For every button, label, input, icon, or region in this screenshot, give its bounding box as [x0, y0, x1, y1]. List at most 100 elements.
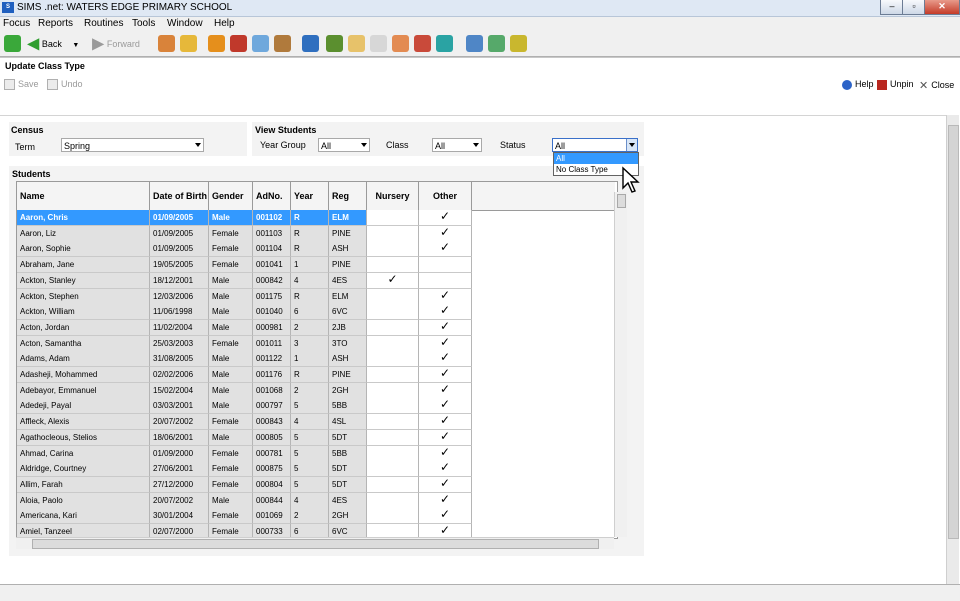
- notes-icon[interactable]: [370, 35, 387, 52]
- book-icon[interactable]: [208, 35, 225, 52]
- document-icon[interactable]: [348, 35, 365, 52]
- term-select[interactable]: Spring: [61, 138, 204, 152]
- cell-other[interactable]: ✓: [419, 225, 472, 242]
- save-button[interactable]: Save: [4, 79, 39, 91]
- cell-other[interactable]: ✓: [419, 319, 472, 336]
- table-row[interactable]: Adams, Adam 31/08/2005 Male 001122 1 ASH ✓: [17, 351, 615, 368]
- envelope-icon[interactable]: [252, 35, 269, 52]
- forward-button[interactable]: ▶ Forward: [92, 36, 140, 52]
- exchange-icon[interactable]: [436, 35, 453, 52]
- maximize-icon[interactable]: ▫: [902, 0, 926, 15]
- table-row[interactable]: Aaron, Liz 01/09/2005 Female 001103 R PINE ✓: [17, 225, 615, 242]
- cell-other[interactable]: ✓: [419, 445, 472, 462]
- cell-other[interactable]: ✓: [419, 508, 472, 525]
- table-row[interactable]: Aloia, Paolo 20/07/2002 Male 000844 4 4ES ✓: [17, 492, 615, 509]
- table-row[interactable]: Ackton, Stephen 12/03/2006 Male 001175 R ELM ✓: [17, 288, 615, 305]
- table-row[interactable]: Adebayor, Emmanuel 15/02/2004 Male 001068 2 2…: [17, 382, 615, 399]
- table-row[interactable]: Ackton, William 11/06/1998 Male 001040 6 6VC ✓: [17, 304, 615, 321]
- main-vertical-scrollbar[interactable]: [946, 115, 959, 584]
- cell-other[interactable]: ✓: [419, 414, 472, 431]
- cell-nursery[interactable]: [367, 461, 419, 478]
- cell-nursery[interactable]: [367, 351, 419, 368]
- cell-nursery[interactable]: [367, 367, 419, 383]
- table-row[interactable]: Ackton, Stanley 18/12/2001 Male 000842 4 4ES ✓: [17, 272, 615, 289]
- folder-icon[interactable]: [510, 35, 527, 52]
- cell-nursery[interactable]: [367, 476, 419, 493]
- cell-nursery[interactable]: [367, 241, 419, 258]
- cell-nursery[interactable]: [367, 257, 419, 274]
- col-adno[interactable]: AdNo.: [253, 182, 291, 210]
- col-other[interactable]: Other: [419, 182, 472, 210]
- main-scroll-thumb[interactable]: [948, 125, 959, 539]
- cell-nursery[interactable]: ✓: [367, 272, 419, 289]
- status-select[interactable]: All: [552, 138, 638, 152]
- cell-other[interactable]: [419, 272, 472, 289]
- year-group-select[interactable]: All: [318, 138, 370, 152]
- assessment-icon[interactable]: [302, 35, 319, 52]
- table-row[interactable]: Agathocleous, Stelios 18/06/2001 Male 00080…: [17, 429, 615, 446]
- table-row[interactable]: Adedeji, Payal 03/03/2001 Male 000797 5 5BB ✓: [17, 398, 615, 415]
- cell-other[interactable]: ✓: [419, 398, 472, 415]
- cell-other[interactable]: ✓: [419, 351, 472, 368]
- menu-window[interactable]: Window: [167, 18, 203, 29]
- col-reg[interactable]: Reg: [329, 182, 367, 210]
- cell-other[interactable]: ✓: [419, 461, 472, 478]
- col-dob[interactable]: Date of Birth: [150, 182, 209, 210]
- cell-nursery[interactable]: [367, 429, 419, 446]
- table-row[interactable]: Ahmad, Carina 01/09/2000 Female 000781 5 5BB ✓: [17, 445, 615, 462]
- cell-nursery[interactable]: [367, 335, 419, 352]
- help-button[interactable]: Help: [842, 79, 874, 90]
- status-option-all[interactable]: All: [554, 153, 638, 164]
- cell-nursery[interactable]: [367, 414, 419, 431]
- col-year[interactable]: Year: [291, 182, 329, 210]
- contacts-icon[interactable]: [392, 35, 409, 52]
- minimize-icon[interactable]: –: [880, 0, 904, 15]
- cell-other[interactable]: ✓: [419, 476, 472, 493]
- back-dropdown-icon[interactable]: ▼: [72, 42, 79, 49]
- staff-icon[interactable]: [274, 35, 291, 52]
- table-row[interactable]: Aaron, Sophie 01/09/2005 Female 001104 R ASH ✓: [17, 241, 615, 258]
- cell-other[interactable]: ✓: [419, 367, 472, 383]
- cell-other[interactable]: [419, 257, 472, 274]
- cell-other[interactable]: ✓: [419, 210, 472, 226]
- cell-other[interactable]: ✓: [419, 429, 472, 446]
- close-panel-button[interactable]: ✕ Close: [919, 79, 954, 92]
- flag-icon[interactable]: [230, 35, 247, 52]
- cell-other[interactable]: ✓: [419, 492, 472, 509]
- grid-vertical-scrollbar[interactable]: [614, 192, 627, 537]
- menu-routines[interactable]: Routines: [84, 18, 123, 29]
- window-icon[interactable]: [466, 35, 483, 52]
- cell-nursery[interactable]: [367, 508, 419, 525]
- globe-icon[interactable]: [488, 35, 505, 52]
- table-row[interactable]: Affleck, Alexis 20/07/2002 Female 000843 4 4S…: [17, 414, 615, 431]
- undo-button[interactable]: Undo: [47, 79, 83, 91]
- table-row[interactable]: Aaron, Chris 01/09/2005 Male 001102 R ELM ✓: [17, 210, 615, 226]
- close-icon[interactable]: ✕: [924, 0, 960, 15]
- cell-other[interactable]: ✓: [419, 335, 472, 352]
- chart-icon[interactable]: [326, 35, 343, 52]
- cell-other[interactable]: ✓: [419, 382, 472, 399]
- cell-nursery[interactable]: [367, 225, 419, 242]
- back-button[interactable]: ◀ Back ▼: [27, 36, 79, 52]
- menu-focus[interactable]: Focus: [3, 18, 30, 29]
- col-name[interactable]: Name: [17, 182, 150, 210]
- cell-nursery[interactable]: [367, 492, 419, 509]
- clock-icon[interactable]: [414, 35, 431, 52]
- cell-other[interactable]: ✓: [419, 241, 472, 258]
- cell-other[interactable]: ✓: [419, 288, 472, 305]
- cell-other[interactable]: ✓: [419, 304, 472, 321]
- col-nursery[interactable]: Nursery: [367, 182, 419, 210]
- grid-hscroll-thumb[interactable]: [32, 539, 599, 549]
- table-row[interactable]: Allim, Farah 27/12/2000 Female 000804 5 5DT ✓: [17, 476, 615, 493]
- table-row[interactable]: Adasheji, Mohammed 02/02/2006 Male 001176 R P…: [17, 367, 615, 383]
- table-row[interactable]: Americana, Kari 30/01/2004 Female 001069 2 2G…: [17, 508, 615, 525]
- table-row[interactable]: Acton, Jordan 11/02/2004 Male 000981 2 2JB ✓: [17, 319, 615, 336]
- people-icon[interactable]: [158, 35, 175, 52]
- grid-horizontal-scrollbar[interactable]: [16, 537, 614, 549]
- table-row[interactable]: Acton, Samantha 25/03/2003 Female 001011 3 3T…: [17, 335, 615, 352]
- cell-nursery[interactable]: [367, 304, 419, 321]
- col-gender[interactable]: Gender: [209, 182, 253, 210]
- cell-nursery[interactable]: [367, 398, 419, 415]
- cell-nursery[interactable]: [367, 288, 419, 305]
- cell-nursery[interactable]: [367, 382, 419, 399]
